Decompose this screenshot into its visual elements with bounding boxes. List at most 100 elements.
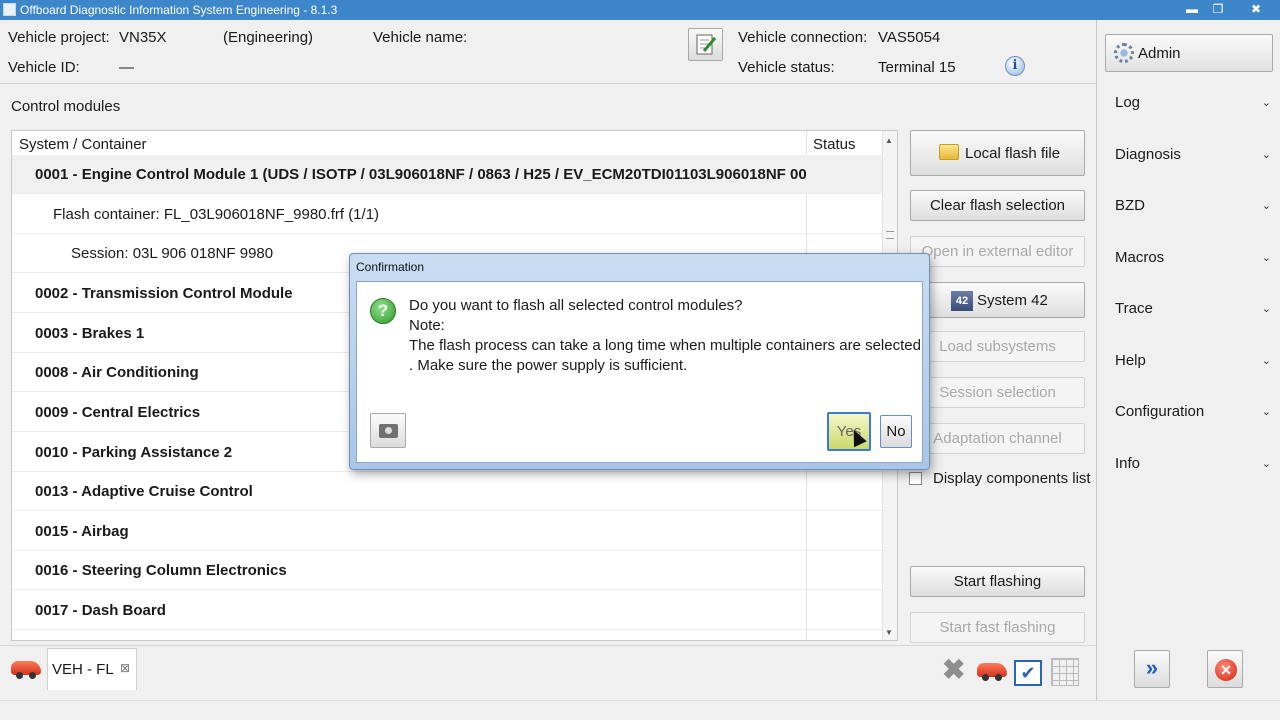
dialog-title: Confirmation: [356, 260, 425, 274]
edit-notepad-icon[interactable]: [688, 28, 723, 61]
row-label: 0001 - Engine Control Module 1 (UDS / IS…: [35, 166, 807, 183]
vehicle-header: Vehicle project: VN35X (Engineering) Veh…: [0, 20, 1096, 84]
restore-button[interactable]: ❐: [1206, 1, 1230, 18]
checklist-icon[interactable]: ✔: [1014, 660, 1042, 686]
close-window-button[interactable]: ✖: [1244, 1, 1268, 18]
table-header: System / Container Status: [12, 131, 882, 157]
sidebar-item-label: Diagnosis: [1115, 146, 1181, 163]
chevron-down-icon: ⌄: [1261, 200, 1271, 212]
row-label: 0017 - Dash Board: [35, 602, 166, 619]
sidebar-item-bzd[interactable]: BZD ⌄: [1115, 197, 1271, 219]
table-row[interactable]: Flash container: FL_03L906018NF_9980.frf…: [12, 195, 882, 234]
clear-flash-selection-button[interactable]: Clear flash selection: [910, 190, 1085, 221]
row-label: 0013 - Adaptive Cruise Control: [35, 483, 253, 500]
row-label: 0008 - Air Conditioning: [35, 364, 199, 381]
vehicle-name-label: Vehicle name:: [373, 29, 468, 46]
right-sidebar: Admin Log ⌄ Diagnosis ⌄ BZD ⌄ Macros ⌄ Trace…: [1096, 20, 1280, 700]
adaptation-channel-button[interactable]: Adaptation channel: [910, 423, 1085, 454]
local-flash-file-button[interactable]: Local flash file: [910, 130, 1085, 176]
sidebar-item-macros[interactable]: Macros ⌄: [1115, 249, 1271, 271]
camera-icon: [379, 424, 398, 438]
dialog-note-line1: The flash process can take a long time w…: [409, 337, 921, 354]
sidebar-item-info[interactable]: Info ⌄: [1115, 455, 1271, 477]
status-bar: [0, 700, 1280, 720]
column-status[interactable]: Status: [813, 136, 856, 153]
chevron-down-icon: ⌄: [1261, 97, 1271, 109]
car-icon[interactable]: [11, 661, 41, 679]
screenshot-button[interactable]: [370, 413, 406, 448]
folder-icon: [939, 144, 959, 160]
title-bar: Offboard Diagnostic Information System E…: [0, 0, 1280, 20]
no-button[interactable]: No: [880, 415, 912, 448]
chevron-down-icon: ⌄: [1261, 406, 1271, 418]
dialog-note-label: Note:: [409, 317, 445, 334]
vehicle-icon[interactable]: [977, 663, 1007, 681]
scroll-thumb[interactable]: [886, 231, 894, 239]
table-row[interactable]: 0015 - Airbag: [12, 512, 882, 551]
row-label: Flash container: FL_03L906018NF_9980.frf…: [53, 206, 380, 223]
row-label: 0002 - Transmission Control Module: [35, 285, 293, 302]
row-label: 0016 - Steering Column Electronics: [35, 562, 287, 579]
minimize-button[interactable]: ▬: [1180, 1, 1204, 18]
next-button[interactable]: »: [1134, 650, 1170, 688]
grid-icon[interactable]: [1051, 658, 1079, 686]
header-separator: [0, 83, 1096, 84]
column-system-container[interactable]: System / Container: [19, 136, 147, 153]
sidebar-item-diagnosis[interactable]: Diagnosis ⌄: [1115, 146, 1271, 168]
sidebar-item-label: Macros: [1115, 249, 1165, 266]
local-flash-file-label: Local flash file: [965, 145, 1061, 162]
chevron-down-icon: ⌄: [1261, 303, 1271, 315]
dialog-body: ? Do you want to flash all selected cont…: [356, 281, 923, 463]
table-row[interactable]: 0013 - Adaptive Cruise Control: [12, 472, 882, 511]
start-fast-flashing-button[interactable]: Start fast flashing: [910, 612, 1085, 643]
table-row[interactable]: 0017 - Dash Board: [12, 591, 882, 630]
tab-close-icon[interactable]: ⊠: [120, 661, 130, 675]
vehicle-status-label: Vehicle status:: [738, 59, 835, 76]
open-external-editor-button[interactable]: Open in external editor: [910, 236, 1085, 267]
table-row[interactable]: 0001 - Engine Control Module 1 (UDS / IS…: [12, 155, 882, 194]
question-icon: ?: [370, 298, 396, 324]
admin-button[interactable]: Admin: [1105, 34, 1273, 72]
sidebar-item-label: BZD: [1115, 197, 1145, 214]
row-label: 0010 - Parking Assistance 2: [35, 444, 233, 461]
table-row[interactable]: 0016 - Steering Column Electronics: [12, 551, 882, 590]
system-42-icon: 42: [951, 291, 973, 311]
scroll-down-icon[interactable]: ▼: [885, 628, 893, 637]
system-42-button[interactable]: 42 System 42: [910, 282, 1085, 318]
confirmation-dialog: Confirmation ? Do you want to flash all …: [349, 253, 930, 470]
vehicle-project-value: VN35X: [119, 29, 167, 46]
sidebar-item-trace[interactable]: Trace ⌄: [1115, 300, 1271, 322]
vehicle-connection-value: VAS5054: [878, 29, 941, 46]
sidebar-item-log[interactable]: Log ⌄: [1115, 94, 1271, 116]
sidebar-item-help[interactable]: Help ⌄: [1115, 352, 1271, 374]
vehicle-id-label: Vehicle ID:: [8, 59, 80, 76]
sidebar-item-label: Help: [1115, 352, 1146, 369]
delete-icon[interactable]: ✖: [942, 656, 965, 684]
info-icon[interactable]: i: [1005, 56, 1025, 76]
chevron-down-icon: ⌄: [1261, 355, 1271, 367]
sidebar-item-configuration[interactable]: Configuration ⌄: [1115, 403, 1271, 425]
sidebar-item-label: Trace: [1115, 300, 1153, 317]
dialog-question: Do you want to flash all selected contro…: [409, 297, 743, 314]
session-selection-button[interactable]: Session selection: [910, 377, 1085, 408]
display-components-label: Display components list: [933, 470, 1091, 487]
tab-veh-fl[interactable]: VEH - FL ⊠: [47, 648, 137, 690]
dialog-note-line2: . Make sure the power supply is sufficie…: [409, 357, 688, 374]
exit-button[interactable]: ✕: [1207, 650, 1243, 688]
app-icon: [3, 3, 16, 16]
row-label: Session: 03L 906 018NF 9980: [71, 245, 274, 262]
display-components-checkbox[interactable]: [909, 472, 922, 485]
gear-icon: [1114, 43, 1134, 63]
chevron-down-icon: ⌄: [1261, 149, 1271, 161]
start-flashing-button[interactable]: Start flashing: [910, 566, 1085, 597]
tab-label: VEH - FL: [52, 661, 114, 678]
vehicle-connection-label: Vehicle connection:: [738, 29, 868, 46]
engineering-mode: (Engineering): [223, 29, 314, 46]
sidebar-item-label: Configuration: [1115, 403, 1205, 420]
system-42-label: System 42: [977, 292, 1048, 309]
vehicle-id-value: —: [119, 59, 134, 76]
sidebar-item-label: Log: [1115, 94, 1141, 111]
scroll-up-icon[interactable]: ▲: [885, 136, 893, 145]
load-subsystems-button[interactable]: Load subsystems: [910, 331, 1085, 362]
window-title: Offboard Diagnostic Information System E…: [20, 3, 338, 17]
